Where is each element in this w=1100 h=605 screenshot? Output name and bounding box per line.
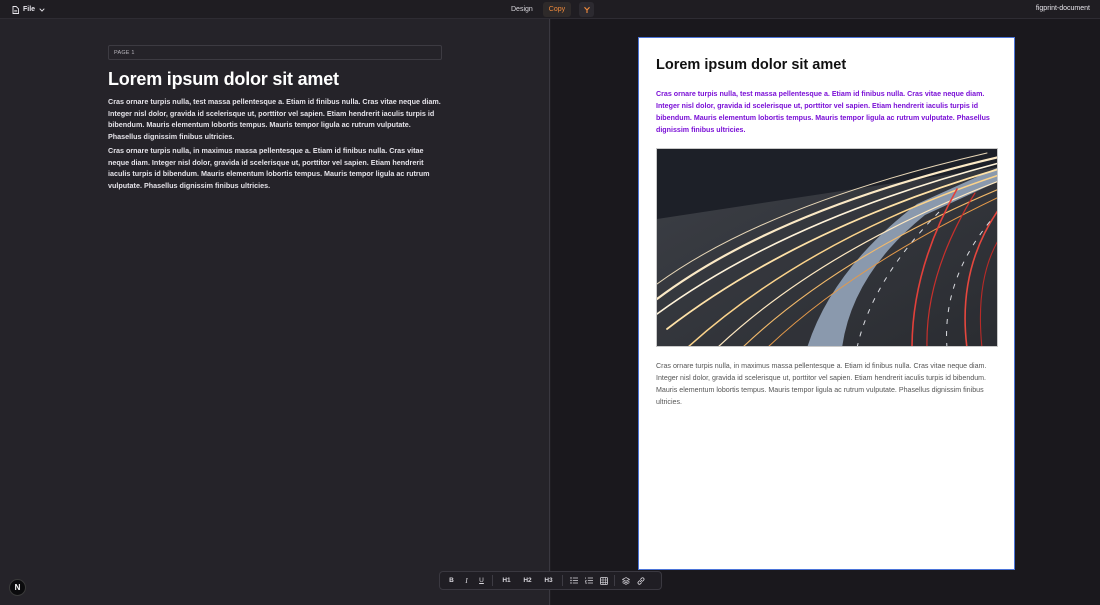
figma-connect-button[interactable] <box>579 2 595 17</box>
preview-lead-paragraph: Cras ornare turpis nulla, test massa pel… <box>656 90 990 134</box>
app-badge[interactable]: N <box>9 579 26 596</box>
layers-button[interactable] <box>618 573 633 588</box>
editor-title[interactable]: Lorem ipsum dolor sit amet <box>108 69 339 90</box>
highway-light-trails-image <box>656 148 998 347</box>
preview-title: Lorem ipsum dolor sit amet <box>656 57 847 73</box>
document-name: figprint-document <box>1035 5 1090 12</box>
heading-3-button[interactable]: H3 <box>538 573 559 588</box>
file-menu-label: File <box>23 6 36 13</box>
toolbar-divider <box>492 575 493 586</box>
toolbar-divider <box>614 575 615 586</box>
toolbar-divider <box>562 575 563 586</box>
formatting-toolbar: B I U H1 H2 H3 <box>439 571 662 590</box>
mode-tabs: Design Copy <box>505 2 595 17</box>
file-menu[interactable]: File <box>12 4 45 15</box>
top-bar: File Design Copy figprint-document <box>0 0 1100 19</box>
editor-pane: PAGE 1 Lorem ipsum dolor sit amet Cras o… <box>0 19 550 605</box>
bold-button[interactable]: B <box>444 573 459 588</box>
bullet-list-button[interactable] <box>566 573 581 588</box>
branch-icon <box>583 6 590 13</box>
bullet-list-icon <box>569 577 578 584</box>
document-icon <box>12 5 19 14</box>
preview-pane: Lorem ipsum dolor sit amet Cras ornare t… <box>551 19 1100 605</box>
chevron-down-icon <box>39 7 45 12</box>
numbered-list-button[interactable] <box>581 573 596 588</box>
italic-button[interactable]: I <box>459 573 474 588</box>
document-sheet: Lorem ipsum dolor sit amet Cras ornare t… <box>638 37 1015 570</box>
table-button[interactable] <box>596 573 611 588</box>
link-icon <box>637 576 644 585</box>
tab-design[interactable]: Design <box>505 2 539 17</box>
table-icon <box>599 576 608 585</box>
layers-icon <box>621 576 630 585</box>
preview-body-paragraph: Cras ornare turpis nulla, in maximus mas… <box>656 362 987 406</box>
editor-paragraph[interactable]: Cras ornare turpis nulla, test massa pel… <box>108 96 444 142</box>
heading-1-button[interactable]: H1 <box>496 573 517 588</box>
link-button[interactable] <box>633 573 648 588</box>
page-label: PAGE 1 <box>108 45 442 60</box>
heading-2-button[interactable]: H2 <box>517 573 538 588</box>
editor-paragraph[interactable]: Cras ornare turpis nulla, in maximus mas… <box>108 145 444 191</box>
tab-copy[interactable]: Copy <box>542 2 572 17</box>
numbered-list-icon <box>584 577 593 584</box>
underline-button[interactable]: U <box>474 573 489 588</box>
